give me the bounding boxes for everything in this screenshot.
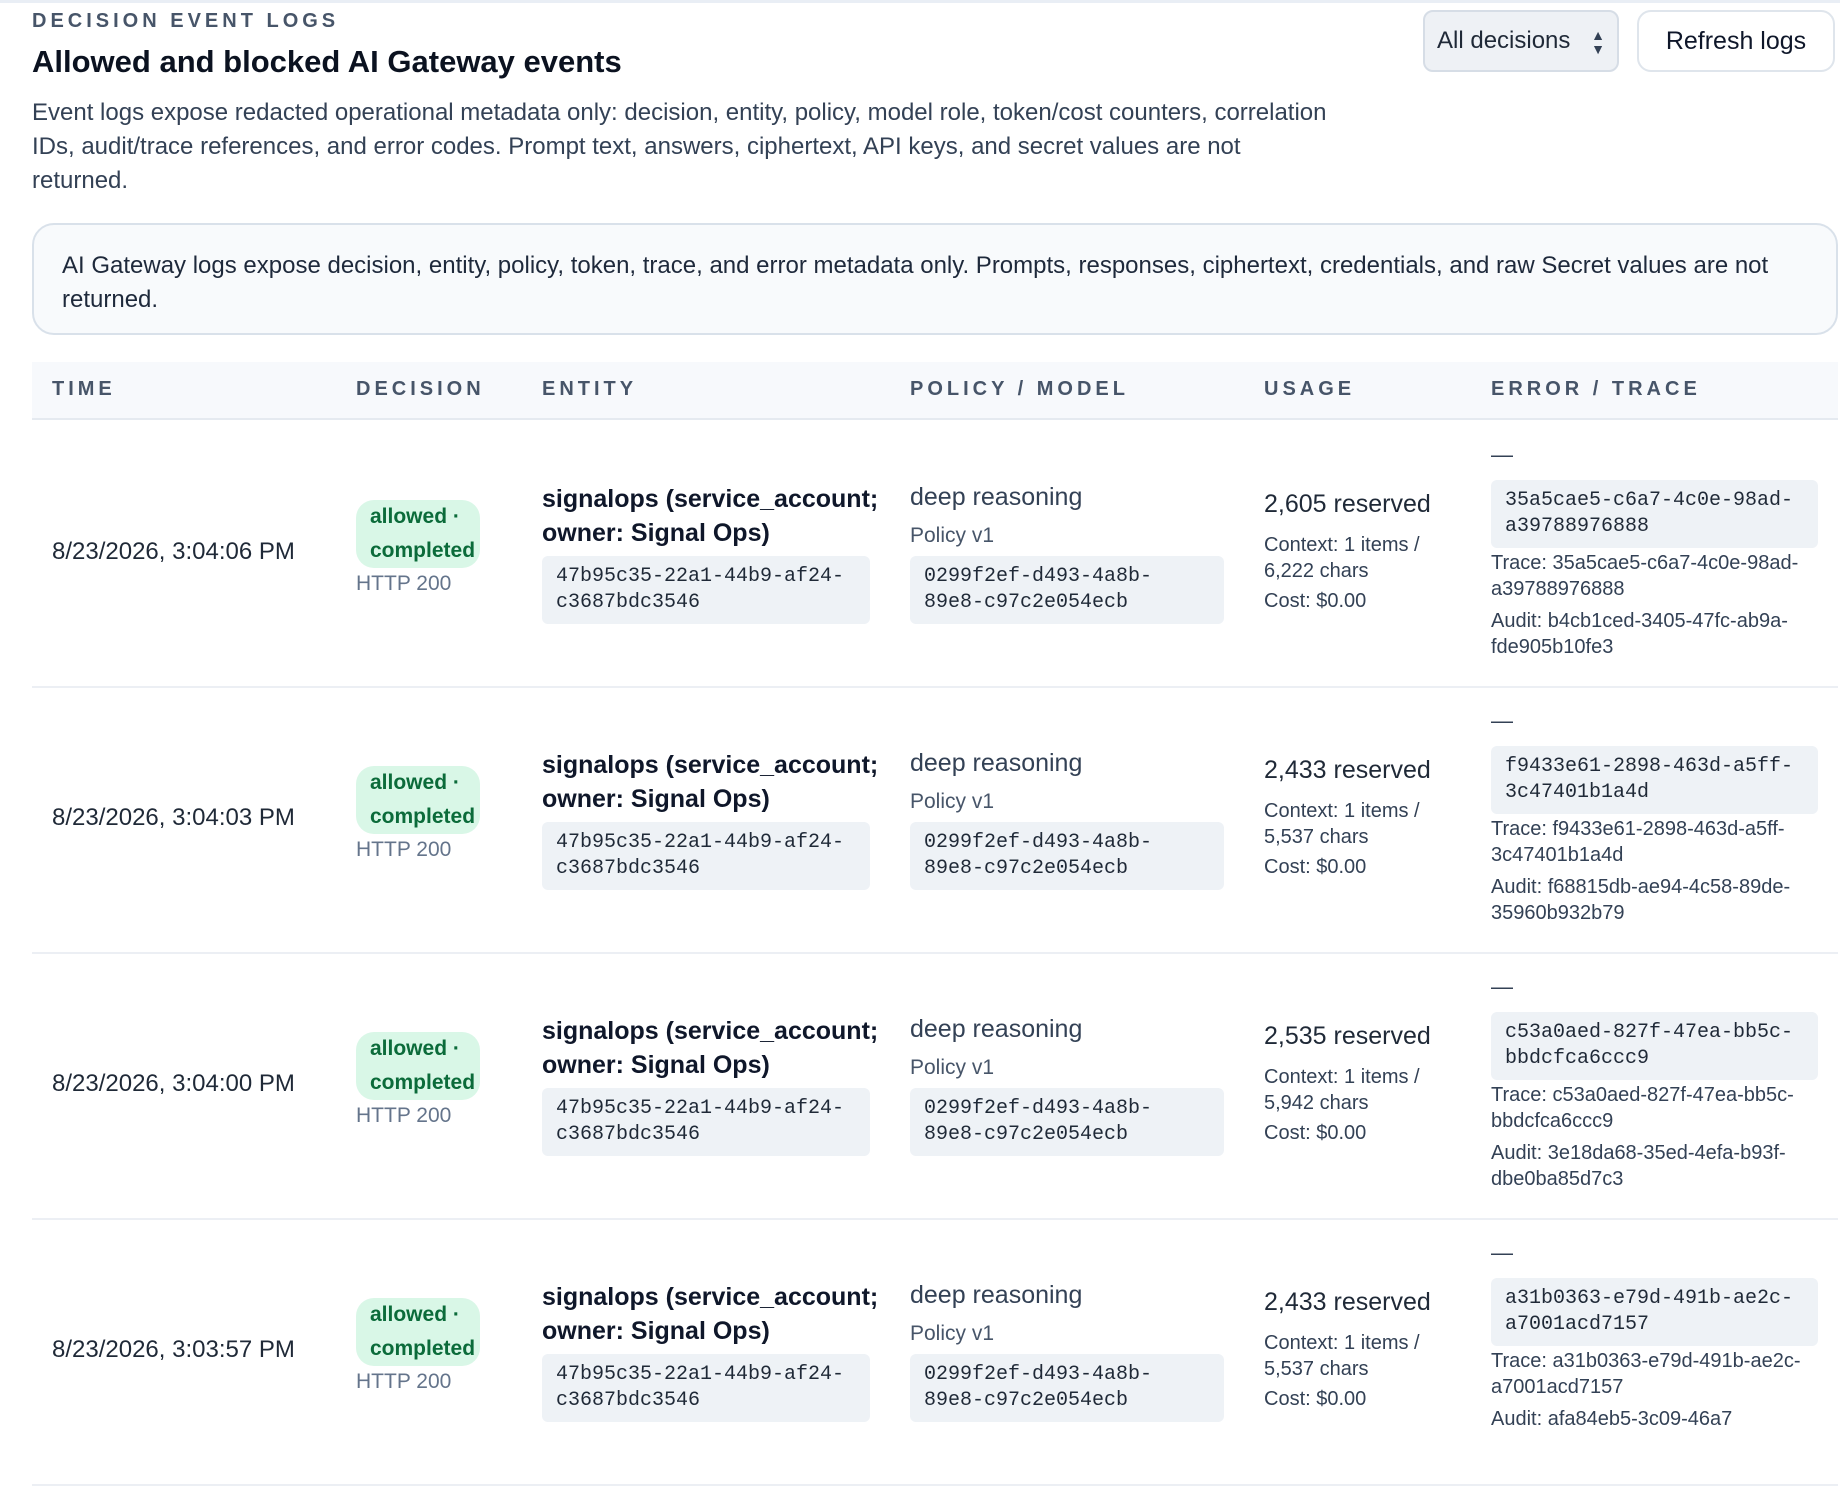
usage-cost: Cost: $0.00 (1264, 1388, 1367, 1410)
decision-badge: allowed · completed (356, 1032, 480, 1100)
decision-status: allowed · (370, 1037, 460, 1060)
usage-cost: Cost: $0.00 (1264, 590, 1367, 612)
event-time: 8/23/2026, 3:04:00 PM (52, 1070, 295, 1097)
decision-badge: allowed · completed (356, 500, 480, 568)
entity-id: 47b95c35-22a1-44b9-af24-c3687bdc3546 (542, 1354, 870, 1422)
column-header-policy-model: POLICY / MODEL (910, 378, 1129, 400)
column-header-entity: ENTITY (542, 378, 638, 400)
usage-context: Context: 1 items / 5,537 chars (1264, 1332, 1420, 1380)
event-time: 8/23/2026, 3:04:06 PM (52, 538, 295, 565)
error-code: — (1491, 708, 1513, 733)
column-header-decision: DECISION (356, 378, 485, 400)
request-id: c53a0aed-827f-47ea-bb5c-bbdcfca6ccc9 (1491, 1012, 1818, 1080)
usage-context: Context: 1 items / 6,222 chars (1264, 534, 1420, 582)
decision-status: allowed · (370, 1303, 460, 1326)
usage-cost: Cost: $0.00 (1264, 1122, 1367, 1144)
decision-filter-select[interactable]: All decisions ▲ ▼ (1423, 10, 1619, 72)
model-role: deep reasoning (910, 483, 1083, 511)
http-status: HTTP 200 (356, 1104, 452, 1127)
usage-reserved: 2,535 reserved (1264, 1022, 1431, 1050)
usage-cost: Cost: $0.00 (1264, 856, 1367, 878)
decision-outcome: completed (370, 805, 476, 828)
usage-reserved: 2,433 reserved (1264, 756, 1431, 784)
trace-reference: Trace: a31b0363-e79d-491b-ae2c-a7001acd7… (1491, 1350, 1801, 1398)
http-status: HTTP 200 (356, 838, 452, 861)
refresh-logs-button[interactable]: Refresh logs (1637, 10, 1835, 72)
table-row: 8/23/2026, 3:03:57 PM allowed · complete… (32, 1218, 1838, 1486)
trace-reference: Trace: f9433e61-2898-463d-a5ff-3c47401b1… (1491, 818, 1785, 866)
page-description: Event logs expose redacted operational m… (32, 99, 1327, 194)
request-id: f9433e61-2898-463d-a5ff-3c47401b1a4d (1491, 746, 1818, 814)
entity-id: 47b95c35-22a1-44b9-af24-c3687bdc3546 (542, 1088, 870, 1156)
entity-name: signalops (service_account; owner: Signa… (542, 1283, 879, 1345)
audit-reference: Audit: afa84eb5-3c09-46a7 (1491, 1408, 1733, 1430)
decision-outcome: completed (370, 539, 476, 562)
page-title: Allowed and blocked AI Gateway events (32, 44, 622, 79)
model-role: deep reasoning (910, 1015, 1083, 1043)
entity-id: 47b95c35-22a1-44b9-af24-c3687bdc3546 (542, 822, 870, 890)
event-time: 8/23/2026, 3:03:57 PM (52, 1336, 295, 1363)
request-id: 35a5cae5-c6a7-4c0e-98ad-a39788976888 (1491, 480, 1818, 548)
decision-outcome: completed (370, 1071, 476, 1094)
policy-id: 0299f2ef-d493-4a8b-89e8-c97c2e054ecb (910, 556, 1224, 624)
top-border (0, 0, 1840, 3)
policy-id: 0299f2ef-d493-4a8b-89e8-c97c2e054ecb (910, 822, 1224, 890)
policy-version: Policy v1 (910, 1056, 995, 1079)
entity-name: signalops (service_account; owner: Signa… (542, 1017, 879, 1079)
audit-reference: Audit: b4cb1ced-3405-47fc-ab9a-fde905b10… (1491, 610, 1788, 658)
request-id: a31b0363-e79d-491b-ae2c-a7001acd7157 (1491, 1278, 1818, 1346)
decision-badge: allowed · completed (356, 766, 480, 834)
entity-name: signalops (service_account; owner: Signa… (542, 751, 879, 813)
decision-filter-value: All decisions (1437, 27, 1571, 54)
error-code: — (1491, 442, 1513, 467)
entity-name: signalops (service_account; owner: Signa… (542, 485, 879, 547)
section-kicker: DECISION EVENT LOGS (32, 10, 340, 32)
model-role: deep reasoning (910, 749, 1083, 777)
policy-version: Policy v1 (910, 524, 995, 547)
error-code: — (1491, 1240, 1513, 1265)
column-header-time: TIME (52, 378, 116, 400)
policy-version: Policy v1 (910, 790, 995, 813)
policy-id: 0299f2ef-d493-4a8b-89e8-c97c2e054ecb (910, 1088, 1224, 1156)
decision-status: allowed · (370, 771, 460, 794)
policy-version: Policy v1 (910, 1322, 995, 1345)
select-arrows-icon: ▲ ▼ (1591, 27, 1605, 57)
table-header: TIME DECISION ENTITY POLICY / MODEL USAG… (32, 362, 1838, 420)
decision-status: allowed · (370, 505, 460, 528)
error-code: — (1491, 974, 1513, 999)
table-row: 8/23/2026, 3:04:03 PM allowed · complete… (32, 686, 1838, 954)
column-header-error-trace: ERROR / TRACE (1491, 378, 1701, 400)
trace-reference: Trace: c53a0aed-827f-47ea-bb5c-bbdcfca6c… (1491, 1084, 1794, 1132)
entity-id: 47b95c35-22a1-44b9-af24-c3687bdc3546 (542, 556, 870, 624)
policy-id: 0299f2ef-d493-4a8b-89e8-c97c2e054ecb (910, 1354, 1224, 1422)
event-time: 8/23/2026, 3:04:03 PM (52, 804, 295, 831)
usage-reserved: 2,433 reserved (1264, 1288, 1431, 1316)
usage-context: Context: 1 items / 5,942 chars (1264, 1066, 1420, 1114)
redaction-notice: AI Gateway logs expose decision, entity,… (32, 223, 1838, 335)
column-header-usage: USAGE (1264, 378, 1356, 400)
decision-outcome: completed (370, 1337, 476, 1360)
trace-reference: Trace: 35a5cae5-c6a7-4c0e-98ad-a39788976… (1491, 552, 1799, 600)
http-status: HTTP 200 (356, 572, 452, 595)
table-row: 8/23/2026, 3:04:00 PM allowed · complete… (32, 952, 1838, 1220)
audit-reference: Audit: 3e18da68-35ed-4efa-b93f-dbe0ba85d… (1491, 1142, 1786, 1190)
usage-context: Context: 1 items / 5,537 chars (1264, 800, 1420, 848)
table-row: 8/23/2026, 3:04:06 PM allowed · complete… (32, 420, 1838, 688)
decision-badge: allowed · completed (356, 1298, 480, 1366)
usage-reserved: 2,605 reserved (1264, 490, 1431, 518)
http-status: HTTP 200 (356, 1370, 452, 1393)
model-role: deep reasoning (910, 1281, 1083, 1309)
audit-reference: Audit: f68815db-ae94-4c58-89de-35960b932… (1491, 876, 1791, 924)
